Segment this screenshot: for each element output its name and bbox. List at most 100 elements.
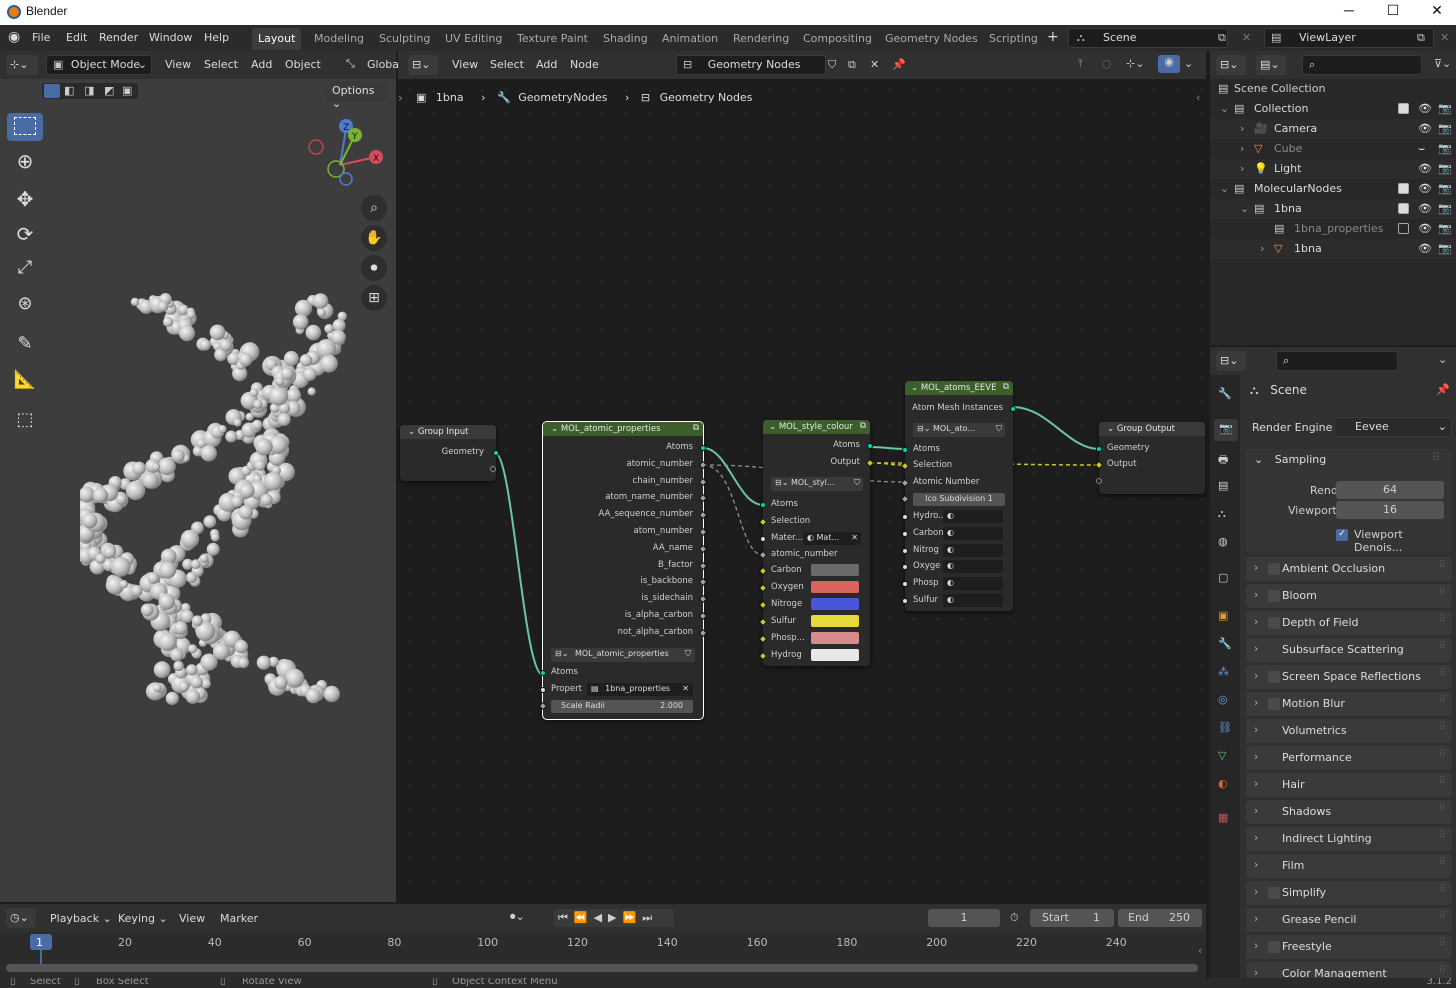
denoise-checkbox[interactable]: ✓ xyxy=(1336,529,1348,541)
panel-grip-icon[interactable]: ⠿ xyxy=(1439,641,1446,652)
node-editor[interactable]: › ▣ 1bna › 🔧 GeometryNodes › ⊟ Geometry … xyxy=(398,79,1206,902)
tool-tab-icon[interactable]: 🔧 xyxy=(1218,387,1232,400)
expand-toggle-icon[interactable]: › xyxy=(1240,162,1244,175)
selection-mode-buttons[interactable]: ◧ ◨ ◩ ▣ xyxy=(42,83,138,99)
select-intersect-icon[interactable]: ▣ xyxy=(122,84,132,97)
properties-options-icon[interactable]: ⌄ xyxy=(1438,353,1447,366)
output-tab-icon[interactable]: 🖶 xyxy=(1218,451,1228,470)
data-tab-icon[interactable]: ▽ xyxy=(1218,749,1226,762)
exclude-checkbox[interactable] xyxy=(1398,203,1409,214)
material-field[interactable]: ◐ xyxy=(943,526,1003,540)
input-socket[interactable] xyxy=(902,514,908,520)
collapse-icon[interactable]: ⌄ xyxy=(769,422,776,432)
panel-enable-checkbox[interactable] xyxy=(1268,563,1280,575)
outliner-item[interactable]: › 💡 Light 👁 📷 xyxy=(1210,159,1456,179)
virtual-socket[interactable] xyxy=(1096,478,1102,484)
input-socket[interactable] xyxy=(902,581,908,588)
particles-tab-icon[interactable]: ⁂ xyxy=(1218,665,1229,678)
timeline-menu-marker[interactable]: Marker xyxy=(220,912,258,925)
panel-volumetrics[interactable]: › Volumetrics ⠿ xyxy=(1246,719,1452,743)
collapse-icon[interactable]: ⌄ xyxy=(911,383,918,393)
color-swatch[interactable] xyxy=(811,581,859,593)
pin-icon[interactable]: 📌 xyxy=(1436,383,1450,396)
menu-file[interactable]: File xyxy=(32,31,50,44)
playback-controls[interactable]: ⏮⏪◀▶⏩⏭ xyxy=(554,909,674,927)
input-socket[interactable] xyxy=(540,687,546,693)
perspective-grid-icon[interactable]: ⊞ xyxy=(361,285,387,311)
panel-simplify[interactable]: › Simplify ⠿ xyxy=(1246,881,1452,905)
visibility-eye-icon[interactable]: 👁 xyxy=(1418,242,1432,255)
panel-grip-icon[interactable]: ⠿ xyxy=(1432,451,1440,464)
material-field[interactable]: ◐ Mat... ✕ xyxy=(803,532,861,545)
minimize-icon[interactable]: ─ xyxy=(1334,2,1364,22)
cursor-tool-icon[interactable]: ⊕ xyxy=(7,149,43,177)
select-subtract-icon[interactable]: ◨ xyxy=(84,84,94,97)
node-menu-select[interactable]: Select xyxy=(490,58,524,71)
constraints-tab-icon[interactable]: ⛓ xyxy=(1218,721,1232,734)
color-swatch[interactable] xyxy=(811,564,859,576)
add-workspace-icon[interactable]: + xyxy=(1047,29,1059,45)
visibility-eye-icon[interactable]: 👁 xyxy=(1418,222,1432,235)
panel-enable-checkbox[interactable] xyxy=(1268,941,1280,953)
expand-toggle-icon[interactable]: › xyxy=(1260,242,1264,255)
render-engine-dropdown[interactable]: Eevee ⌄ xyxy=(1334,417,1452,437)
visibility-eye-icon[interactable]: 👁 xyxy=(1418,182,1432,195)
atomic-properties-node[interactable]: ⌄ MOL_atomic_properties ⧉ Atoms atomic_nu… xyxy=(538,421,708,720)
select-invert-icon[interactable]: ◩ xyxy=(104,84,114,97)
panel-bloom[interactable]: › Bloom ⠿ xyxy=(1246,584,1452,608)
menu-render[interactable]: Render xyxy=(99,31,138,44)
camera-view-icon[interactable]: ⏺ xyxy=(361,255,387,281)
timeline[interactable]: ◷⌄ Playback ⌄ Keying ⌄ View Marker ⏺⌄ ⏮⏪… xyxy=(0,904,1206,988)
transform-orientation-icon[interactable]: ⤡ xyxy=(346,57,355,71)
view-layer-tab-icon[interactable]: ▤ xyxy=(1218,479,1228,492)
options-dropdown[interactable]: Options ⌄ xyxy=(326,81,388,110)
exclude-checkbox[interactable] xyxy=(1398,223,1409,234)
outliner-search-input[interactable]: ⌕ xyxy=(1302,55,1422,75)
color-swatch[interactable] xyxy=(811,649,859,661)
panel-grip-icon[interactable]: ⠿ xyxy=(1439,614,1446,625)
world-tab-icon[interactable]: ◍ xyxy=(1218,535,1228,548)
tab-layout[interactable]: Layout xyxy=(252,28,302,50)
panel-enable-checkbox[interactable] xyxy=(1268,590,1280,602)
copy-scene-icon[interactable]: ⧉ xyxy=(1218,31,1226,45)
panel-hair[interactable]: › Hair ⠿ xyxy=(1246,773,1452,797)
tab-rendering[interactable]: Rendering xyxy=(727,28,795,50)
render-camera-icon[interactable]: 📷 xyxy=(1438,202,1452,215)
input-socket[interactable] xyxy=(902,547,908,554)
close-icon[interactable]: ✕ xyxy=(1422,2,1452,22)
node-editor-type-icon[interactable]: ⊟⌄ xyxy=(408,55,438,75)
tab-uv-editing[interactable]: UV Editing xyxy=(439,28,508,50)
display-mode-icon[interactable]: ▤⌄ xyxy=(1256,55,1286,75)
panel-grip-icon[interactable]: ⠿ xyxy=(1439,776,1446,787)
panel-grip-icon[interactable]: ⠿ xyxy=(1439,857,1446,868)
group-output-node[interactable]: ⌄ Group Output Geometry Output xyxy=(1094,422,1205,494)
expand-toggle-icon[interactable]: › xyxy=(1240,142,1244,155)
timeline-sidebar-icon[interactable]: ‹ xyxy=(1198,944,1202,957)
visibility-eye-icon[interactable]: 👁 xyxy=(1418,102,1432,115)
panel-enable-checkbox[interactable] xyxy=(1268,887,1280,899)
color-swatch[interactable] xyxy=(811,615,859,627)
node-menu-view[interactable]: View xyxy=(452,58,478,71)
ico-subdivision-field[interactable]: Ico Subdivision 1 xyxy=(913,493,1005,506)
properties-editor[interactable]: 🔧 📷 🖶 ▤ ⛬ ◍ ▢ ▣ 🔧 ⁂ ◎ ⛓ ▽ ◐ ▦ ⛬ Scene 📌 … xyxy=(1210,375,1456,986)
tab-texture-paint[interactable]: Texture Paint xyxy=(511,28,594,50)
material-field[interactable]: ◐ xyxy=(943,543,1003,557)
rotate-tool-icon[interactable]: ⟳ xyxy=(7,222,43,250)
annotate-tool-icon[interactable]: ✎ xyxy=(7,333,43,361)
properties-type-icon[interactable]: ⊟⌄ xyxy=(1216,351,1246,371)
timeline-menu-view[interactable]: View xyxy=(179,912,205,925)
panel-grip-icon[interactable]: ⠿ xyxy=(1439,965,1446,976)
3d-viewport[interactable]: ◧ ◨ ◩ ▣ Options ⌄ ⊕ ✥ ⟳ ⤢ ⊛ ✎ 📐 ⬚ Z Y X … xyxy=(0,79,396,902)
panel-grease-pencil[interactable]: › Grease Pencil ⠿ xyxy=(1246,908,1452,932)
output-socket[interactable] xyxy=(1010,406,1016,412)
node-group-selector[interactable]: ⊟⌄ MOL_styl... ⛉ xyxy=(771,477,863,491)
end-frame-field[interactable]: End 250 xyxy=(1118,909,1202,927)
sampling-header[interactable]: ⌄ Sampling xyxy=(1254,453,1326,466)
start-frame-field[interactable]: Start 1 xyxy=(1030,909,1114,927)
menu-window[interactable]: Window xyxy=(149,31,192,44)
tab-shading[interactable]: Shading xyxy=(597,28,654,50)
render-camera-icon[interactable]: 📷 xyxy=(1438,102,1452,115)
outliner-item[interactable]: ⌄ ▤ Collection 👁 📷 xyxy=(1210,99,1456,119)
record-icon[interactable]: ⏺⌄ xyxy=(510,910,525,924)
parent-node-tree-icon[interactable]: ⤒ xyxy=(1078,57,1083,71)
